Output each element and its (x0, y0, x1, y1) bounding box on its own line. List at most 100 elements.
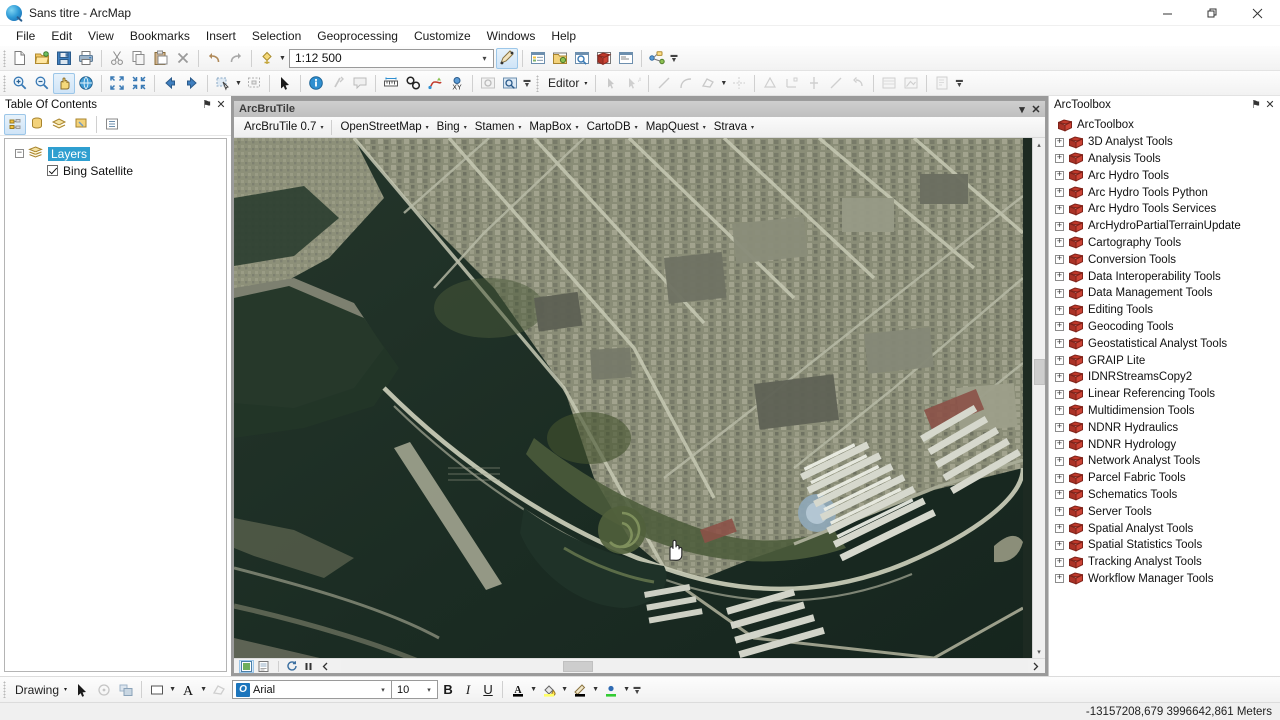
new-rectangle-caret-icon[interactable]: ▼ (168, 679, 177, 700)
font-color-button[interactable]: A (507, 679, 529, 700)
tools-toolbar-overflow-icon[interactable]: ▬ ▼ (521, 73, 533, 94)
toc-layer-bing-satellite[interactable]: Bing Satellite (5, 162, 226, 179)
arctoolbox-item[interactable]: + Linear Referencing Tools (1055, 386, 1280, 403)
go-back-extent-icon[interactable] (159, 73, 181, 94)
select-elements-icon[interactable] (71, 679, 93, 700)
arctoolbox-item[interactable]: + Conversion Tools (1055, 251, 1280, 268)
arctoolbox-item[interactable]: + NDNR Hydrology (1055, 436, 1280, 453)
arctoolbox-item[interactable]: + Data Interoperability Tools (1055, 268, 1280, 285)
new-text-icon[interactable]: A (177, 679, 199, 700)
arctoolbox-item[interactable]: + Spatial Analyst Tools (1055, 520, 1280, 537)
arctoolbox-item[interactable]: + Schematics Tools (1055, 487, 1280, 504)
expand-icon[interactable]: + (1055, 171, 1064, 181)
add-data-icon[interactable] (256, 48, 278, 69)
list-by-source-icon[interactable] (26, 114, 48, 135)
attributes-table-icon[interactable] (878, 73, 900, 94)
drawing-toolbar-overflow-icon[interactable]: ▬ ▼ (631, 679, 643, 700)
arctoolbox-item[interactable]: + Editing Tools (1055, 302, 1280, 319)
font-family-combobox[interactable]: O Arial ▾ (232, 680, 393, 699)
arctoolbox-item[interactable]: + Workflow Manager Tools (1055, 571, 1280, 588)
identify-icon[interactable] (305, 73, 327, 94)
scroll-right-icon[interactable] (1028, 660, 1043, 673)
add-data-caret-icon[interactable]: ▼ (278, 48, 287, 69)
endpoint-arc-icon[interactable] (675, 73, 697, 94)
list-by-selection-icon[interactable] (70, 114, 92, 135)
list-by-drawing-order-icon[interactable] (4, 113, 26, 135)
undo-icon[interactable] (203, 48, 225, 69)
find-route-icon[interactable] (424, 73, 446, 94)
select-features-icon[interactable] (212, 73, 234, 94)
expand-icon[interactable]: + (1055, 137, 1064, 147)
editor-toolbar-overflow-icon[interactable]: ▬ ▼ (953, 73, 965, 94)
menu-geoprocessing[interactable]: Geoprocessing (309, 27, 406, 45)
model-builder-icon[interactable] (646, 48, 668, 69)
split-icon[interactable] (728, 73, 750, 94)
copy-icon[interactable] (128, 48, 150, 69)
fill-color-caret-icon[interactable]: ▼ (560, 679, 569, 700)
menu-windows[interactable]: Windows (479, 27, 544, 45)
expand-icon[interactable]: + (1055, 540, 1064, 550)
menu-stamen[interactable]: Stamen ▾ (471, 118, 526, 137)
editor-menu-button[interactable]: Editor ▾ (542, 73, 591, 94)
expand-icon[interactable]: + (1055, 154, 1064, 164)
arctoolbox-item[interactable]: +3D Analyst Tools (1055, 134, 1280, 151)
map-vertical-scrollbar[interactable]: ▴ ▾ (1032, 138, 1045, 658)
arctoolbox-item[interactable]: + Arc Hydro Tools Python (1055, 184, 1280, 201)
fill-color-button[interactable] (538, 679, 560, 700)
expand-icon[interactable]: + (1055, 524, 1064, 534)
menu-mapquest[interactable]: MapQuest ▾ (642, 118, 710, 137)
refresh-view-icon[interactable] (284, 660, 299, 673)
toolbar-grip[interactable] (3, 74, 6, 92)
table-of-contents-icon[interactable] (527, 48, 549, 69)
toc-tree[interactable]: − Layers Bing Satellite (4, 138, 227, 672)
previous-extent-icon[interactable] (318, 660, 333, 673)
rotate-element-icon[interactable] (93, 679, 115, 700)
toc-close-icon[interactable]: ✕ (214, 98, 228, 112)
standard-toolbar-overflow-icon[interactable]: ▬ ▼ (668, 48, 680, 69)
arctoolbox-item[interactable]: + Cartography Tools (1055, 235, 1280, 252)
expand-icon[interactable]: + (1055, 356, 1064, 366)
reshape-icon[interactable] (781, 73, 803, 94)
underline-button[interactable]: U (478, 680, 498, 700)
arctoolbox-item[interactable]: + NDNR Hydraulics (1055, 419, 1280, 436)
arctoolbox-item[interactable]: + Multidimension Tools (1055, 403, 1280, 420)
maximize-restore-button[interactable] (1190, 0, 1235, 26)
arctoolbox-item[interactable]: + Geostatistical Analyst Tools (1055, 335, 1280, 352)
menu-view[interactable]: View (80, 27, 122, 45)
menu-bookmarks[interactable]: Bookmarks (122, 27, 198, 45)
cut-icon[interactable] (106, 48, 128, 69)
html-popup-icon[interactable] (349, 73, 371, 94)
menu-customize[interactable]: Customize (406, 27, 479, 45)
minimize-button[interactable] (1145, 0, 1190, 26)
map-scale-dropdown-icon[interactable]: ▾ (476, 50, 493, 67)
menu-mapbox[interactable]: MapBox ▾ (525, 118, 582, 137)
bold-button[interactable]: B (438, 680, 458, 700)
redo-icon[interactable] (225, 48, 247, 69)
arrange-icon[interactable] (115, 679, 137, 700)
map-horizontal-scrollbar[interactable] (341, 659, 1028, 673)
line-color-button[interactable] (569, 679, 591, 700)
arctoolbox-item[interactable]: + GRAIP Lite (1055, 352, 1280, 369)
arctoolbox-item[interactable]: + Arc Hydro Tools Services (1055, 201, 1280, 218)
map-canvas[interactable] (234, 138, 1032, 658)
expand-icon[interactable]: + (1055, 473, 1064, 483)
print-icon[interactable] (75, 48, 97, 69)
marker-color-button[interactable] (600, 679, 622, 700)
map-window-close-icon[interactable]: ✕ (1029, 102, 1043, 116)
search-window-icon[interactable] (571, 48, 593, 69)
python-window-icon[interactable] (615, 48, 637, 69)
hyperlink-icon[interactable] (327, 73, 349, 94)
select-elements-icon[interactable] (274, 73, 296, 94)
drawing-toolbar-grip[interactable] (3, 681, 6, 698)
expand-icon[interactable]: + (1055, 272, 1064, 282)
arctoolbox-item[interactable]: + Geocoding Tools (1055, 319, 1280, 336)
menu-cartodb[interactable]: CartoDB ▾ (583, 118, 642, 137)
measure-edit-icon[interactable] (825, 73, 847, 94)
editor-toolbar-grip[interactable] (536, 74, 539, 92)
pan-icon[interactable] (53, 72, 75, 94)
select-features-caret-icon[interactable]: ▼ (234, 73, 243, 94)
arctoolbox-item[interactable]: + Tracking Analyst Tools (1055, 554, 1280, 571)
close-button[interactable] (1235, 0, 1280, 26)
font-size-dropdown-icon[interactable]: ▾ (421, 681, 437, 698)
font-size-combobox[interactable]: 10 ▾ (392, 680, 439, 699)
